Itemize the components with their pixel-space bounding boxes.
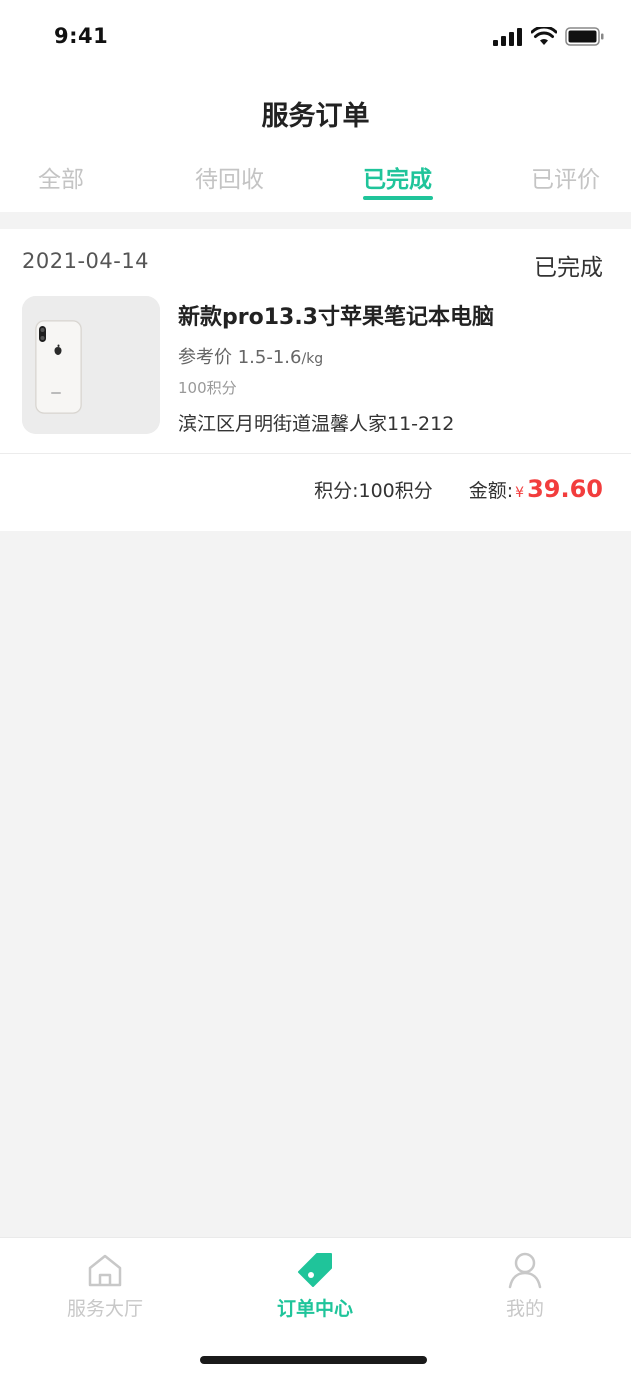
tag-icon bbox=[298, 1253, 332, 1287]
tabbar-label-mine: 我的 bbox=[505, 1298, 544, 1320]
price-unit: /kg bbox=[301, 351, 324, 367]
tab-completed[interactable]: 已完成 bbox=[363, 160, 432, 194]
page-title: 服务订单 bbox=[261, 101, 370, 132]
system-icons bbox=[493, 27, 605, 46]
tabbar-item-service-hall[interactable]: 服务大厅 bbox=[0, 1238, 210, 1330]
reference-price: 参考价 1.5-1.6/kg bbox=[178, 343, 323, 369]
status-time: 9:41 bbox=[54, 24, 109, 48]
order-summary: 积分: 100积分 金额: ¥ 39.60 bbox=[314, 475, 603, 503]
price-range: 1.5-1.6 bbox=[237, 347, 302, 368]
home-icon bbox=[88, 1254, 122, 1287]
product-image bbox=[22, 296, 160, 434]
product-name: 新款pro13.3寸苹果笔记本电脑 bbox=[178, 305, 494, 330]
signal-icon bbox=[493, 27, 522, 46]
order-amount: 39.60 bbox=[527, 475, 603, 503]
tabbar-label-service-hall: 服务大厅 bbox=[66, 1298, 143, 1320]
order-filter-tabs: 全部 待回收 已完成 已评价 bbox=[0, 160, 631, 212]
tabbar-label-order-center: 订单中心 bbox=[276, 1298, 353, 1320]
top-header-area: 9:41 服务订单 全部 待回收 已完成 已评价 bbox=[0, 0, 631, 212]
phone-product-photo bbox=[22, 296, 160, 434]
product-points: 100积分 bbox=[178, 379, 237, 397]
order-date: 2021-04-14 bbox=[22, 249, 150, 273]
user-icon bbox=[508, 1252, 542, 1289]
points-value: 100积分 bbox=[358, 480, 433, 502]
tabbar-item-order-center[interactable]: 订单中心 bbox=[210, 1238, 420, 1330]
tab-reviewed[interactable]: 已评价 bbox=[531, 160, 600, 194]
card-divider bbox=[0, 453, 631, 454]
pickup-address: 滨江区月明街道温馨人家11-212 bbox=[178, 413, 455, 435]
price-label: 参考价 bbox=[178, 347, 232, 368]
points-label: 积分: bbox=[314, 480, 359, 502]
tabbar-item-mine[interactable]: 我的 bbox=[420, 1238, 630, 1330]
tab-pending-recycle[interactable]: 待回收 bbox=[195, 160, 264, 194]
amount-label: 金额: bbox=[468, 480, 514, 502]
order-card[interactable]: 2021-04-14 已完成 新款pro13.3寸苹果笔记本电脑 参考价 1.5… bbox=[0, 229, 631, 531]
wifi-icon bbox=[531, 27, 557, 45]
currency-symbol: ¥ bbox=[515, 485, 525, 501]
home-indicator bbox=[200, 1356, 427, 1364]
order-status: 已完成 bbox=[534, 255, 603, 281]
status-bar: 9:41 bbox=[0, 0, 631, 78]
active-tab-indicator bbox=[363, 196, 433, 200]
battery-icon bbox=[565, 27, 604, 46]
tab-all[interactable]: 全部 bbox=[38, 160, 84, 194]
